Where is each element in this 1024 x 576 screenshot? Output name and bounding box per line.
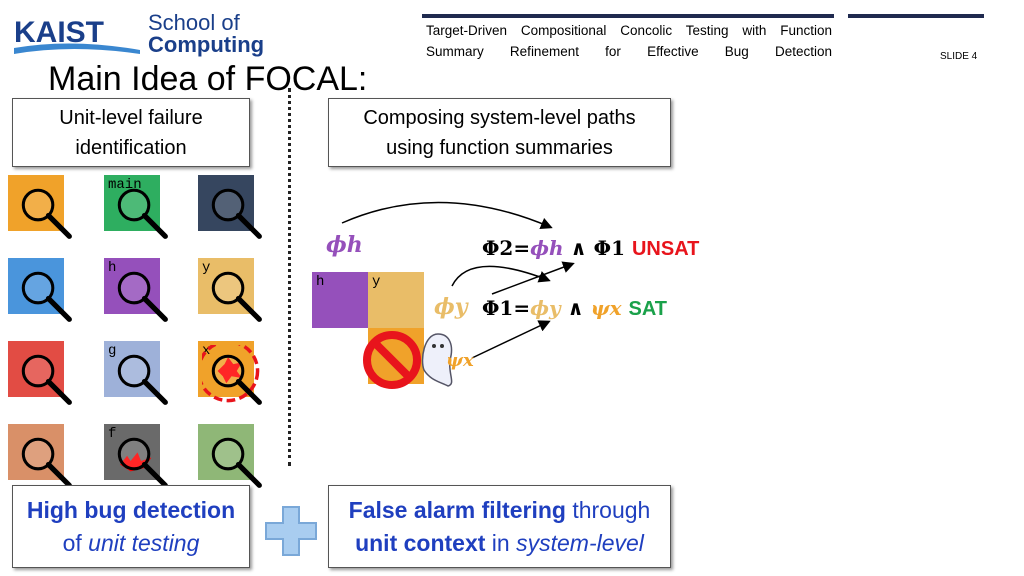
magnifier-icon <box>21 271 72 322</box>
box-text: of <box>62 529 89 556</box>
box-line: using function summaries <box>386 136 613 159</box>
eq-and: ∧ <box>570 236 587 260</box>
eq-lhs: Φ1 <box>482 296 514 320</box>
puzzle-piece-h: h <box>312 272 368 328</box>
puzzle-piece <box>198 175 262 239</box>
puzzle-piece <box>8 341 72 405</box>
eq-phi: ϕy <box>530 296 561 320</box>
plus-icon <box>265 506 317 556</box>
school-line2: Computing <box>148 32 265 57</box>
arrow-phi-h <box>341 201 553 229</box>
puzzle-piece <box>8 258 72 322</box>
logo-text: KAIST <box>14 16 104 49</box>
puzzle-piece: y <box>198 258 262 322</box>
equation-phi1: Φ1=ϕy ∧ ψx SAT <box>482 296 667 320</box>
psi-x-label: ψx <box>446 350 474 371</box>
slide-title: Main Idea of FOCAL: <box>48 60 368 98</box>
piece-label: y <box>372 274 381 290</box>
puzzle-piece <box>8 175 72 239</box>
equation-phi2: Φ2=ϕh ∧ Φ1 UNSAT <box>482 236 700 260</box>
box-line: identification <box>75 136 187 159</box>
dotted-divider <box>288 88 291 466</box>
magnifier-icon <box>211 188 262 239</box>
puzzle-piece-y: y <box>368 272 424 328</box>
eq-phi: ϕh <box>530 236 564 260</box>
eq-rhs: ψx <box>590 296 622 320</box>
school-name: School of Computing <box>148 12 264 56</box>
box-line: Unit-level failure <box>59 106 203 129</box>
phi-h-label: ϕh <box>326 232 363 258</box>
prohibited-icon <box>363 331 421 389</box>
box-text: through <box>565 496 651 523</box>
puzzle-piece <box>198 424 262 488</box>
unsat-label: UNSAT <box>631 238 700 260</box>
header-bar <box>422 14 834 18</box>
puzzle-piece: h <box>104 258 168 322</box>
unit-level-box: Unit-level failure identification <box>12 98 250 167</box>
arrow-psi-x <box>471 320 551 359</box>
eq-lhs: Φ2 <box>482 236 514 260</box>
box-italic: system-level <box>516 529 644 556</box>
box-bold: False alarm filtering <box>348 496 566 523</box>
puzzle-piece <box>8 424 72 488</box>
box-bold: High bug detection <box>26 496 236 523</box>
system-level-box: Composing system-level paths using functi… <box>328 98 671 167</box>
eq-rhs: Φ1 <box>593 236 626 260</box>
phi-y-label: ϕy <box>434 294 468 320</box>
puzzle-piece: main <box>104 175 168 239</box>
paper-title: Target-Driven Compositional Concolic Tes… <box>426 23 832 59</box>
false-alarm-box: False alarm filtering through unit contex… <box>328 485 671 568</box>
box-bold: unit context <box>355 529 486 556</box>
puzzle-piece: f <box>104 424 168 488</box>
magnifier-icon <box>117 354 168 405</box>
magnifier-icon <box>21 188 72 239</box>
magnifier-icon <box>202 345 262 405</box>
box-line: Composing system-level paths <box>363 106 636 129</box>
box-italic: unit testing <box>88 529 200 556</box>
puzzle-piece: x <box>198 341 262 405</box>
puzzle-piece: g <box>104 341 168 405</box>
kaist-logo: KAIST <box>14 16 140 54</box>
piece-label: h <box>316 274 325 290</box>
eq-and: ∧ <box>567 296 584 320</box>
magnifier-icon <box>21 354 72 405</box>
bug-detection-box: High bug detection of unit testing <box>12 485 250 568</box>
magnifier-icon <box>117 188 168 239</box>
magnifier-icon <box>211 271 262 322</box>
box-text: in <box>485 529 517 556</box>
arrow-phi1 <box>491 261 575 295</box>
header-bar-right <box>848 14 984 18</box>
sat-label: SAT <box>628 298 667 320</box>
magnifier-icon <box>117 271 168 322</box>
slide-number: SLIDE 4 <box>940 51 978 62</box>
arrow-phi-y <box>451 265 551 287</box>
